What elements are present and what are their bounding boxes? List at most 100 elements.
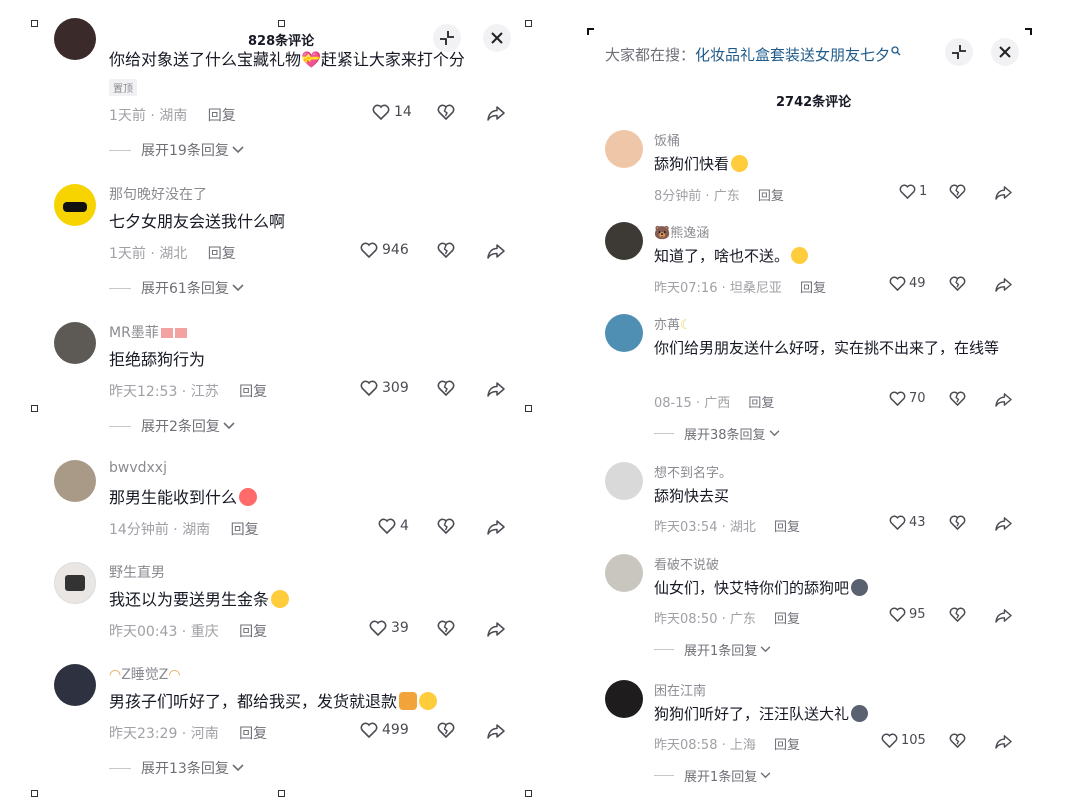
reply-button[interactable]: 回复 [774, 738, 800, 753]
like-button[interactable]: 105 [881, 733, 926, 748]
share-button[interactable] [486, 519, 506, 535]
like-button[interactable]: 4 [378, 518, 409, 534]
like-button[interactable]: 70 [889, 391, 926, 406]
avatar[interactable] [605, 314, 643, 352]
avatar[interactable] [54, 184, 96, 226]
resize-handle[interactable] [525, 405, 532, 412]
reply-button[interactable]: 回复 [208, 108, 236, 124]
share-button[interactable] [486, 105, 506, 121]
comment-time: 昨天12:53 [109, 384, 178, 400]
like-button[interactable]: 946 [360, 242, 409, 258]
hot-search-term[interactable]: 化妆品礼盒套装送女朋友七夕 [695, 46, 890, 64]
reply-button[interactable]: 回复 [758, 189, 784, 204]
reply-button[interactable]: 回复 [231, 522, 259, 538]
username[interactable]: 困在江南 [654, 680, 706, 699]
comment-meta: 1天前 · 湖南 回复 [109, 108, 236, 124]
share-button[interactable] [994, 185, 1013, 200]
comment-text: 七夕女朋友会送我什么啊 [109, 212, 286, 231]
resize-handle[interactable] [31, 20, 38, 27]
username[interactable]: 🐻熊逸涵 [654, 222, 709, 241]
avatar[interactable] [54, 664, 96, 706]
hot-search-bar[interactable]: 大家都在搜：化妆品礼盒套装送女朋友七夕 [605, 44, 901, 65]
like-button[interactable]: 499 [360, 722, 409, 738]
like-button[interactable]: 95 [889, 607, 926, 622]
dislike-button[interactable] [949, 184, 966, 199]
dislike-button[interactable] [949, 391, 966, 406]
reply-button[interactable]: 回复 [239, 384, 267, 400]
like-button[interactable]: 309 [360, 380, 409, 396]
expand-replies-button[interactable]: 展开2条回复 [109, 416, 235, 436]
resize-handle[interactable] [278, 790, 285, 797]
share-button[interactable] [994, 277, 1013, 292]
share-button[interactable] [486, 621, 506, 637]
expand-replies-button[interactable]: 展开19条回复 [109, 140, 244, 160]
dislike-button[interactable] [437, 722, 455, 738]
share-button[interactable] [994, 734, 1013, 749]
avatar[interactable] [54, 562, 96, 604]
like-button[interactable]: 14 [372, 104, 412, 120]
expand-replies-button[interactable]: 展开61条回复 [109, 278, 244, 298]
reply-button[interactable]: 回复 [748, 396, 774, 411]
resize-handle[interactable] [525, 20, 532, 27]
share-button[interactable] [486, 381, 506, 397]
close-button[interactable] [991, 38, 1019, 66]
share-button[interactable] [994, 608, 1013, 623]
reply-button[interactable]: 回复 [239, 726, 267, 742]
expand-replies-button[interactable]: 展开38条回复 [654, 424, 780, 443]
username[interactable]: 想不到名字。 [654, 462, 732, 481]
avatar[interactable] [54, 460, 96, 502]
username[interactable]: 看破不说破 [654, 554, 719, 573]
reply-button[interactable]: 回复 [774, 520, 800, 535]
dislike-button[interactable] [949, 515, 966, 530]
avatar[interactable] [54, 322, 96, 364]
username[interactable]: 亦苒☾ [654, 314, 692, 333]
avatar[interactable] [54, 18, 96, 60]
like-button[interactable]: 43 [889, 515, 926, 530]
comment-text: 拒绝舔狗行为 [109, 350, 206, 369]
resize-handle[interactable] [31, 790, 38, 797]
resize-handle[interactable] [31, 405, 38, 412]
avatar[interactable] [605, 222, 643, 260]
username[interactable]: MR墨菲 [109, 322, 187, 342]
share-arrow-icon [995, 735, 1012, 749]
share-button[interactable] [994, 516, 1013, 531]
reply-button[interactable]: 回复 [774, 612, 800, 627]
username[interactable]: 那句晚好没在了 [109, 184, 207, 204]
reply-button[interactable]: 回复 [800, 281, 826, 296]
avatar[interactable] [605, 680, 643, 718]
avatar[interactable] [605, 130, 643, 168]
username[interactable]: bwvdxxj [109, 460, 167, 476]
dislike-button[interactable] [437, 518, 455, 534]
like-button[interactable]: 39 [369, 620, 409, 636]
like-button[interactable]: 49 [889, 276, 926, 291]
expand-replies-button[interactable]: 展开13条回复 [109, 758, 244, 778]
heart-icon [889, 515, 906, 530]
avatar[interactable] [605, 554, 643, 592]
username[interactable]: 饭桶 [654, 130, 680, 149]
reply-button[interactable]: 回复 [208, 246, 236, 262]
heart-icon [889, 607, 906, 622]
resize-handle[interactable] [278, 20, 285, 27]
comment-text-body: 知道了，啥也不送。 [654, 247, 790, 265]
dislike-button[interactable] [437, 380, 455, 396]
username[interactable]: 野生直男 [109, 562, 165, 582]
avatar[interactable] [605, 462, 643, 500]
dislike-button[interactable] [437, 620, 455, 636]
reply-button[interactable]: 回复 [239, 624, 267, 640]
comment-time: 昨天00:43 [109, 624, 178, 640]
expand-replies-button[interactable]: 展开1条回复 [654, 640, 771, 659]
expand-replies-button[interactable]: 展开1条回复 [654, 766, 771, 785]
share-button[interactable] [994, 392, 1013, 407]
collapse-button[interactable] [945, 38, 973, 66]
username[interactable]: ◠Z睡觉Z◠ [109, 664, 181, 684]
dislike-button[interactable] [949, 733, 966, 748]
resize-handle[interactable] [525, 790, 532, 797]
share-button[interactable] [486, 723, 506, 739]
dislike-button[interactable] [949, 276, 966, 291]
dislike-button[interactable] [949, 607, 966, 622]
broken-heart-icon [949, 733, 966, 748]
dislike-button[interactable] [437, 104, 455, 120]
like-button[interactable]: 1 [899, 184, 927, 199]
dislike-button[interactable] [437, 242, 455, 258]
share-button[interactable] [486, 243, 506, 259]
